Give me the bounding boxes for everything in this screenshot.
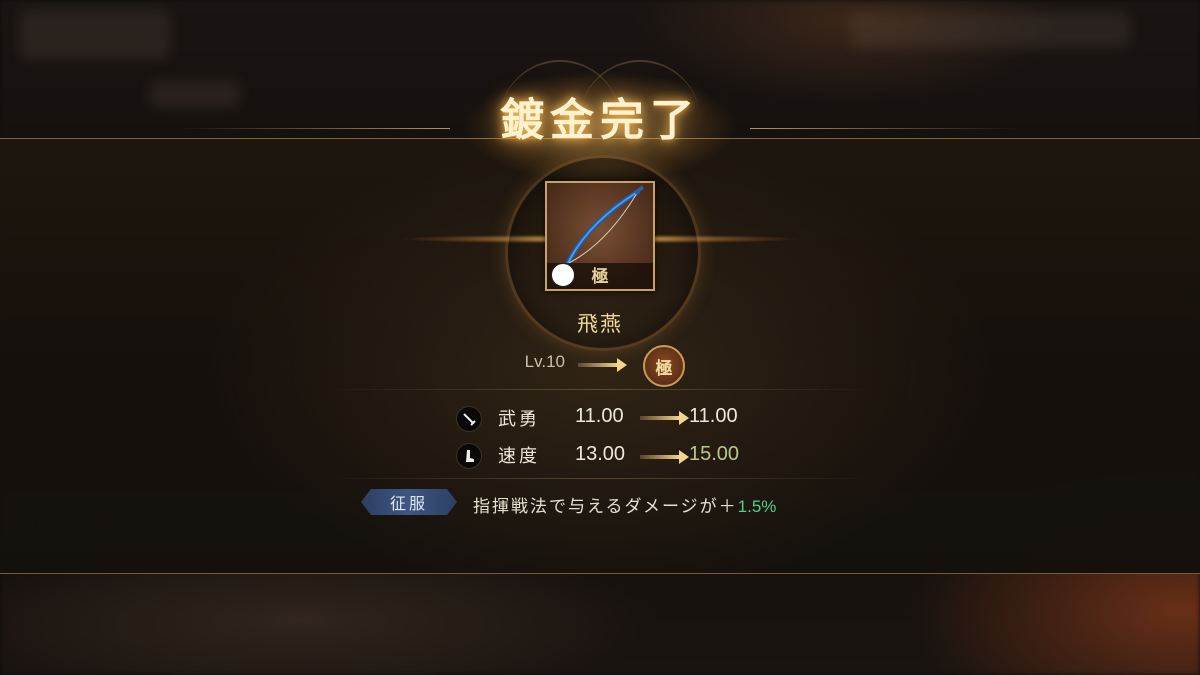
item-name: 飛燕: [577, 312, 623, 336]
title-line-left: [180, 128, 450, 129]
level-before: Lv.10: [524, 352, 565, 371]
boot-icon: [456, 443, 482, 469]
stat-value-before: 13.00: [575, 443, 626, 465]
grade-badge: 極: [643, 345, 685, 387]
background-panel: [850, 12, 1130, 48]
result-title: 鍍金完了: [500, 95, 700, 146]
stat-value-after: 11.00: [689, 405, 738, 427]
conquest-effect-text: 指揮戦法で与えるダメージが＋: [473, 497, 738, 517]
background-panel: [20, 10, 170, 60]
stat-value-before: 11.00: [575, 405, 624, 427]
divider: [320, 389, 880, 390]
stat-label: 速度: [498, 446, 540, 467]
conquest-tag-label: 征服: [389, 494, 428, 513]
divider: [320, 478, 880, 479]
sword-icon: [456, 406, 482, 432]
arrow-right-icon: [640, 450, 689, 464]
title-line-right: [750, 128, 1020, 129]
stat-value-after: 15.00: [689, 443, 740, 465]
conquest-effect-value: 1.5%: [737, 497, 777, 516]
item-card[interactable]: 極: [545, 181, 655, 291]
item-grade-label: 極: [591, 267, 609, 287]
background-panel: [150, 80, 240, 108]
conquest-effect: 指揮戦法で与えるダメージが＋1.5%: [473, 492, 776, 517]
arrow-right-icon: [578, 358, 627, 372]
stat-label: 武勇: [498, 409, 540, 430]
arrow-right-icon: [640, 411, 689, 425]
